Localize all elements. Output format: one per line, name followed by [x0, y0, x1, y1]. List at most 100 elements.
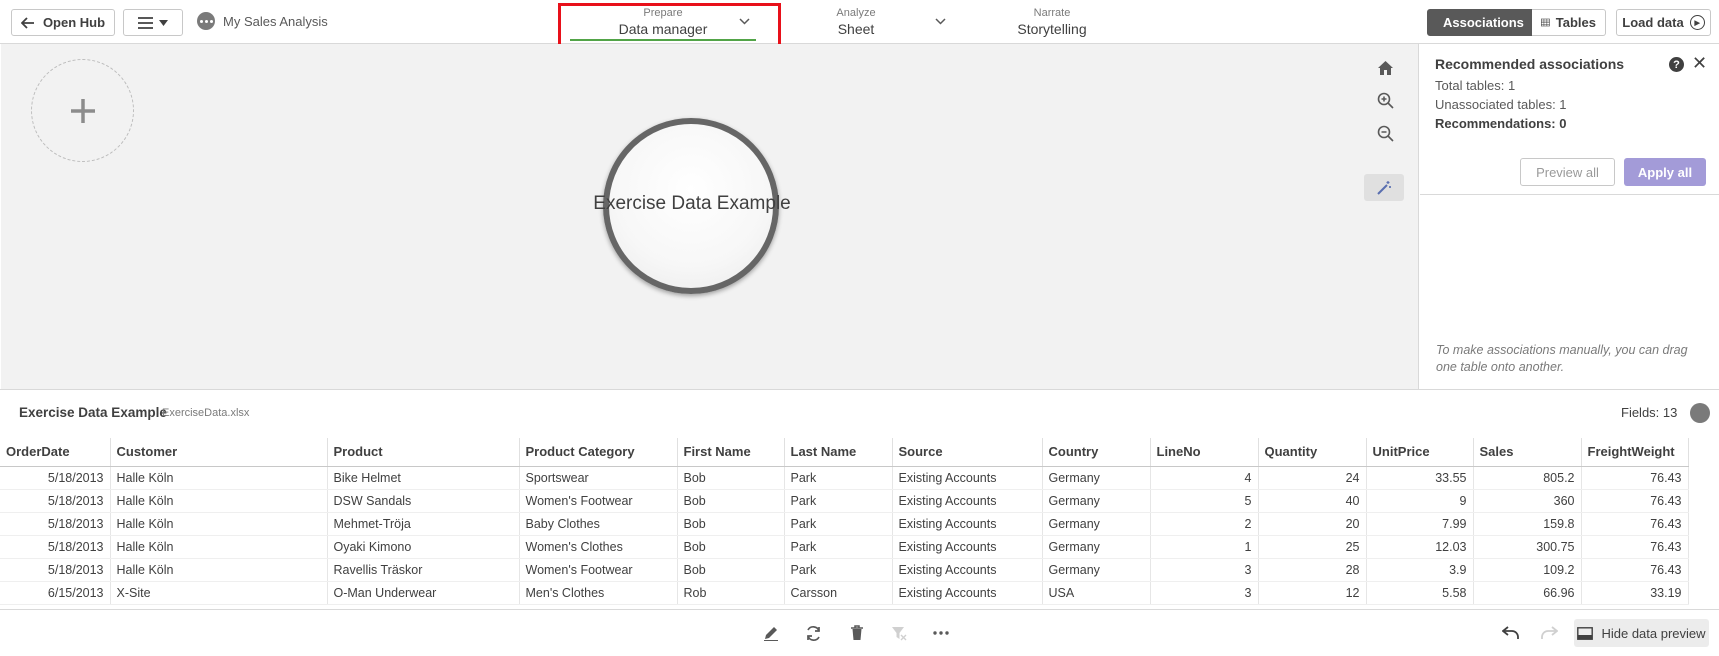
app-title[interactable]: My Sales Analysis [197, 12, 328, 30]
column-header[interactable]: Customer [110, 438, 328, 467]
add-data-button[interactable] [31, 59, 134, 162]
table-cell: Women's Footwear [519, 489, 678, 513]
table-cell: Existing Accounts [892, 466, 1043, 490]
table-row: 5/18/2013 Halle Köln Oyaki Kimono Women's C… [0, 535, 1689, 559]
zoom-out-icon[interactable] [1374, 122, 1396, 144]
more-horizontal-icon[interactable] [930, 622, 952, 644]
table-cell: 109.2 [1473, 558, 1582, 582]
table-cell: 6/15/2013 [0, 581, 111, 605]
load-data-label: Load data [1622, 15, 1684, 30]
column-header[interactable]: Quantity [1258, 438, 1367, 467]
tab-analyze-label: Sheet [837, 21, 875, 37]
data-preview-panel: Exercise Data Example ExerciseData.xlsx … [0, 389, 1719, 609]
tab-prepare-label: Data manager [618, 21, 708, 37]
bottom-toolbar: Hide data preview [0, 609, 1719, 656]
column-header[interactable]: Sales [1473, 438, 1582, 467]
table-cell: 20 [1258, 512, 1367, 536]
table-cell: Existing Accounts [892, 558, 1043, 582]
tables-label: Tables [1555, 15, 1596, 30]
table-cell: 300.75 [1473, 535, 1582, 559]
table-row: 5/18/2013 Halle Köln Ravellis Träskor Women… [0, 558, 1689, 582]
hamburger-icon [138, 16, 153, 29]
table-cell: 5/18/2013 [0, 466, 111, 490]
undo-icon[interactable] [1500, 622, 1522, 644]
table-cell: Women's Clothes [519, 535, 678, 559]
table-cell: Rob [677, 581, 785, 605]
table-cell: 5.58 [1366, 581, 1474, 605]
table-cell: Men's Clothes [519, 581, 678, 605]
table-cell: Sportswear [519, 466, 678, 490]
table-cell: 5/18/2013 [0, 512, 111, 536]
table-row: 6/15/2013 X-Site O-Man Underwear Men's Clot… [0, 581, 1689, 605]
recommended-associations-panel: Recommended associations ? ✕ Total table… [1420, 44, 1719, 389]
edit-pencil-icon[interactable] [760, 622, 782, 644]
table-cell: Existing Accounts [892, 535, 1043, 559]
table-cell: 3 [1150, 581, 1259, 605]
table-cell: Halle Köln [110, 558, 328, 582]
tab-narrate-label: Storytelling [1017, 21, 1087, 37]
column-header[interactable]: UnitPrice [1366, 438, 1474, 467]
table-cell: 24 [1258, 466, 1367, 490]
table-cell: Park [784, 512, 893, 536]
unassociated-tables-text: Unassociated tables: 1 [1435, 97, 1567, 112]
table-cell: Mehmet-Tröja [327, 512, 520, 536]
column-header[interactable]: FreightWeight [1581, 438, 1689, 467]
open-hub-button[interactable]: Open Hub [11, 9, 115, 36]
recommendations-wand-button[interactable] [1364, 174, 1404, 201]
associations-label: Associations [1443, 15, 1524, 30]
panel-divider [1420, 194, 1719, 195]
table-cell: 28 [1258, 558, 1367, 582]
help-icon[interactable]: ? [1669, 57, 1684, 72]
table-cell: 2 [1150, 512, 1259, 536]
table-cell: 1 [1150, 535, 1259, 559]
associations-view-button[interactable]: Associations [1427, 9, 1533, 36]
column-header[interactable]: Product Category [519, 438, 678, 467]
table-cell: Bob [677, 512, 785, 536]
close-icon[interactable]: ✕ [1692, 53, 1707, 74]
app-name-label: My Sales Analysis [223, 13, 328, 29]
table-cell: Park [784, 489, 893, 513]
tab-prepare-caption: Prepare [643, 7, 683, 19]
table-cell: Park [784, 558, 893, 582]
hide-data-preview-button[interactable]: Hide data preview [1574, 619, 1709, 647]
column-header[interactable]: Source [892, 438, 1043, 467]
table-cell: Bob [677, 489, 785, 513]
column-header[interactable]: Country [1042, 438, 1151, 467]
delete-trash-icon[interactable] [846, 622, 868, 644]
column-header[interactable]: First Name [677, 438, 785, 467]
total-tables-text: Total tables: 1 [1435, 78, 1516, 93]
hide-data-preview-label: Hide data preview [1601, 625, 1706, 641]
load-data-button[interactable]: Load data ▶ [1616, 9, 1711, 36]
preview-all-button[interactable]: Preview all [1520, 158, 1615, 186]
apply-all-button[interactable]: Apply all [1624, 158, 1706, 186]
column-header[interactable]: Product [327, 438, 520, 467]
table-cell: X-Site [110, 581, 328, 605]
table-cell: Halle Köln [110, 512, 328, 536]
globe-icon[interactable] [1690, 403, 1710, 423]
home-icon[interactable] [1374, 57, 1396, 79]
magic-wand-icon [1377, 180, 1391, 195]
table-cell: 159.8 [1473, 512, 1582, 536]
panel-toggle-icon [1577, 626, 1594, 640]
tab-prepare[interactable]: Prepare Data manager [562, 4, 764, 42]
column-header[interactable]: Last Name [784, 438, 893, 467]
table-icon [1541, 18, 1550, 27]
tab-narrate-caption: Narrate [1033, 7, 1071, 19]
table-cell: 76.43 [1581, 512, 1689, 536]
tab-analyze[interactable]: Analyze Sheet [800, 4, 912, 42]
refresh-icon[interactable] [802, 622, 824, 644]
table-cell: 5 [1150, 489, 1259, 513]
table-cell: 4 [1150, 466, 1259, 490]
associations-canvas[interactable]: Exercise Data Example [1, 44, 1419, 389]
prepare-chevron-down-icon[interactable] [739, 18, 750, 25]
navigation-menu-button[interactable] [123, 9, 183, 36]
table-cell: Germany [1042, 489, 1151, 513]
tables-view-button[interactable]: Tables [1532, 9, 1606, 36]
table-cell: Women's Footwear [519, 558, 678, 582]
tab-narrate[interactable]: Narrate Storytelling [1000, 4, 1104, 42]
analyze-chevron-down-icon[interactable] [935, 18, 946, 25]
column-header[interactable]: LineNo [1150, 438, 1259, 467]
column-header[interactable]: OrderDate [0, 438, 111, 467]
zoom-in-icon[interactable] [1374, 89, 1396, 111]
table-cell: Existing Accounts [892, 489, 1043, 513]
